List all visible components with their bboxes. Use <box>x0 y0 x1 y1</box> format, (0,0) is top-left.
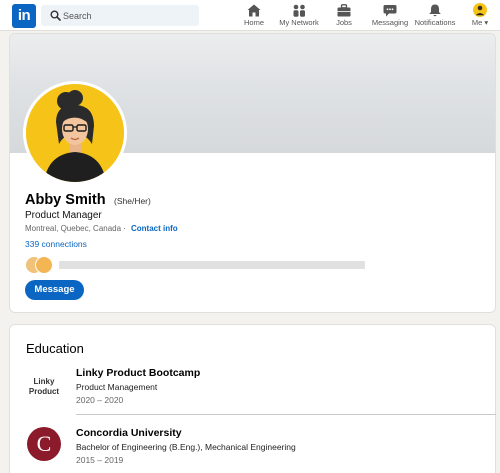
linkedin-logo[interactable]: in <box>12 4 36 28</box>
nav-item-my-network[interactable]: My Network <box>278 2 320 30</box>
nav-label-my-network: My Network <box>279 18 319 27</box>
nav-item-me[interactable]: Me ▾ <box>468 2 492 30</box>
message-button[interactable]: Message <box>25 280 84 300</box>
network-icon <box>293 4 305 17</box>
profile-headline: Product Manager <box>25 210 102 221</box>
loading-placeholder <box>59 261 365 269</box>
briefcase-icon <box>337 4 351 17</box>
mutual-connections-avatars[interactable] <box>25 256 55 274</box>
education-card: Education Linky Product Linky Product Bo… <box>9 324 496 473</box>
divider <box>76 414 496 415</box>
connections-link[interactable]: 339 connections <box>25 239 87 249</box>
search-icon <box>50 10 61 21</box>
profile-location: Montreal, Quebec, Canada · <box>25 224 126 233</box>
home-icon <box>247 4 261 17</box>
mutual-avatar <box>35 256 53 274</box>
nav-label-home: Home <box>243 18 264 27</box>
nav-label-jobs: Jobs <box>336 18 352 27</box>
school-name[interactable]: Concordia University <box>76 427 182 439</box>
messaging-icon <box>383 5 397 17</box>
education-item: C Concordia University Bachelor of Engin… <box>10 427 497 473</box>
concordia-logo[interactable]: C <box>27 427 61 461</box>
nav-item-notifications[interactable]: Notifications <box>413 2 457 30</box>
search-input[interactable] <box>63 5 193 26</box>
dates: 2020 – 2020 <box>76 395 124 405</box>
nav-item-jobs[interactable]: Jobs <box>333 2 355 30</box>
nav-label-me: Me ▾ <box>471 18 489 27</box>
profile-pronouns: (She/Her) <box>114 196 151 206</box>
education-title: Education <box>26 341 84 356</box>
logo-text: C <box>36 431 52 456</box>
avatar-illustration <box>26 84 124 182</box>
education-item: Linky Product Linky Product Bootcamp Pro… <box>10 367 497 415</box>
logo-text: Linky <box>33 377 55 386</box>
avatar-icon <box>473 3 487 17</box>
logo-text: Product <box>28 387 60 396</box>
school-name[interactable]: Linky Product Bootcamp <box>76 367 200 379</box>
degree: Product Management <box>76 382 158 392</box>
profile-name: Abby Smith <box>25 192 106 208</box>
profile-avatar[interactable] <box>23 81 127 185</box>
search-box[interactable] <box>41 5 199 26</box>
nav-item-messaging[interactable]: Messaging <box>370 2 410 30</box>
dates: 2015 – 2019 <box>76 455 124 465</box>
bell-icon <box>429 4 441 17</box>
nav-item-home[interactable]: Home <box>240 2 268 30</box>
nav-label-messaging: Messaging <box>371 18 409 27</box>
linky-product-logo[interactable]: Linky Product <box>25 373 63 403</box>
contact-info-link[interactable]: Contact info <box>131 224 178 233</box>
top-nav: in Home My Network Jobs <box>0 0 500 31</box>
degree: Bachelor of Engineering (B.Eng.), Mechan… <box>76 442 296 452</box>
profile-card: Abby Smith (She/Her) Product Manager Mon… <box>9 33 496 313</box>
nav-label-notifications: Notifications <box>414 18 456 27</box>
